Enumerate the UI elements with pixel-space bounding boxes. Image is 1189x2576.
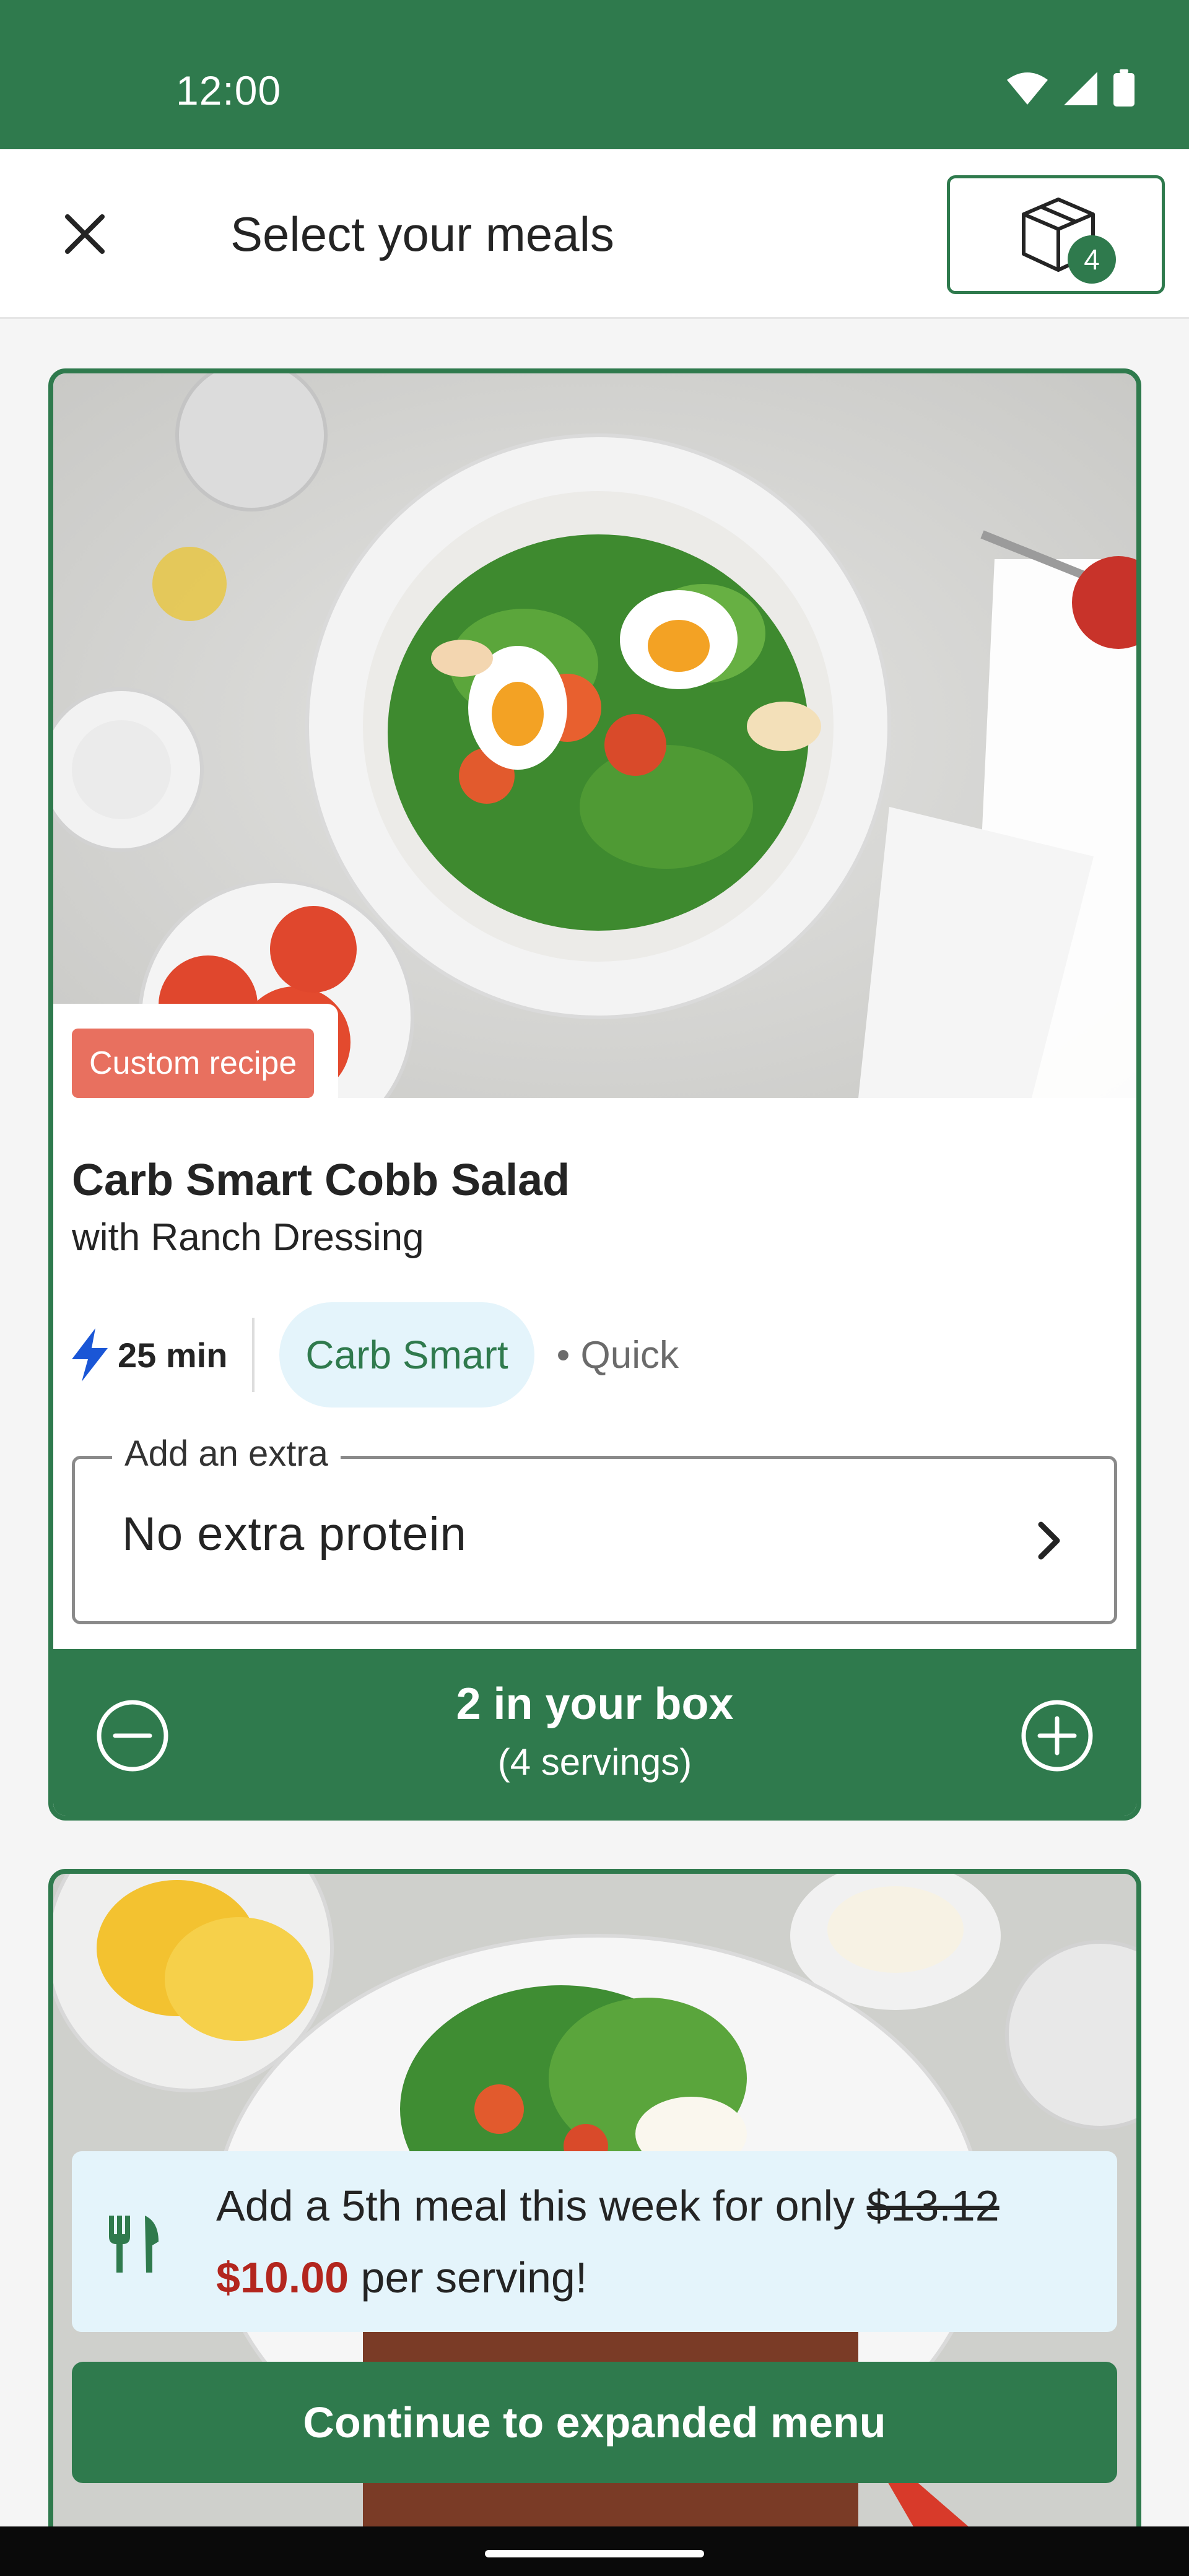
page-title: Select your meals [230,207,614,261]
promo-suffix: per serving! [349,2253,588,2302]
system-nav-bar [0,2526,1189,2576]
new-price: $10.00 [216,2253,349,2302]
wifi-icon [1007,72,1048,105]
badge-wrap: Custom recipe [53,1004,338,1098]
promo-text-line2: $10.00 per serving! [216,2253,587,2302]
status-time: 12:00 [176,67,282,113]
status-icons [1006,69,1136,108]
bolt-icon [72,1328,108,1382]
add-extra-select[interactable]: Add an extra No extra protein [72,1433,1117,1624]
box-button[interactable]: 4 [947,175,1165,294]
promo-prefix: Add a 5th meal this week for only [216,2182,867,2230]
increase-quantity-button[interactable] [1020,1699,1094,1773]
quantity-bar: 2 in your box (4 servings) [53,1649,1136,1816]
signal-icon [1064,72,1097,105]
add-extra-value: No extra protein [122,1508,467,1560]
recipe-title[interactable]: Carb Smart Cobb Salad [72,1155,570,1206]
old-price: $13.12 [866,2182,1000,2230]
close-icon [65,214,105,254]
custom-recipe-badge: Custom recipe [72,1029,315,1098]
fork-knife-icon [109,2216,159,2273]
recipe-card[interactable]: Custom recipe Carb Smart Cobb Salad with… [48,368,1141,1821]
status-bar: 12:00 [0,0,1189,149]
app-bar: Select your meals 4 [0,149,1189,319]
salad-photo [53,373,1136,1098]
promo-text-line1: Add a 5th meal this week for only $13.12 [216,2181,1000,2230]
recipe-meta: 25 min Carb Smart • Quick [68,1302,679,1408]
carb-smart-tag: Carb Smart [279,1302,534,1408]
recipe-subtitle: with Ranch Dressing [72,1216,424,1259]
meta-divider [252,1318,255,1392]
close-button[interactable] [48,198,121,271]
continue-expanded-menu-button[interactable]: Continue to expanded menu [72,2362,1117,2483]
servings-count: (4 servings) [497,1741,692,1783]
box-count-badge: 4 [1068,235,1116,284]
chevron-right-icon [1038,1521,1060,1560]
expanded-menu-card: Add a 5th meal this week for only $13.12… [48,1869,1141,2576]
home-gesture-handle[interactable] [485,2550,704,2557]
add-extra-label: Add an extra [112,1433,341,1474]
promo-banner: Add a 5th meal this week for only $13.12… [72,2151,1117,2332]
prep-time: 25 min [118,1335,228,1375]
battery-icon [1113,69,1135,107]
quick-tag: • Quick [556,1333,679,1377]
box-quantity: 2 in your box [456,1679,734,1729]
recipe-image[interactable] [53,373,1136,1098]
